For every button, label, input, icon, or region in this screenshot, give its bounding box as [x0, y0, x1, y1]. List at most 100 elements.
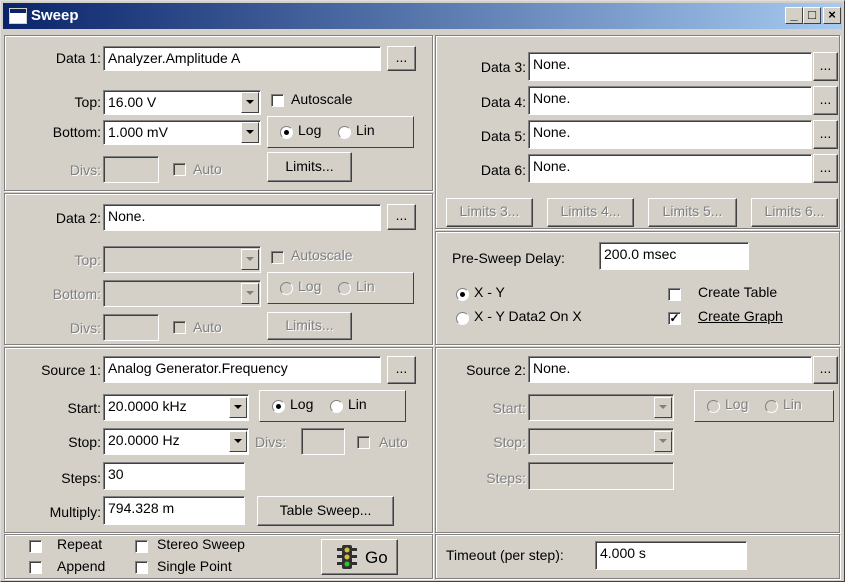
data1-auto-checkbox[interactable]	[173, 163, 186, 176]
data1-input[interactable]: Analyzer.Amplitude A	[103, 46, 381, 71]
source1-multiply-label: Multiply:	[49, 504, 101, 520]
timeout-label: Timeout (per step):	[446, 547, 564, 563]
data2-top-dropdown-icon[interactable]	[241, 249, 259, 270]
data6-input[interactable]: None.	[528, 154, 812, 183]
close-button[interactable]: ×	[823, 7, 841, 24]
data1-bottom-dropdown-icon[interactable]	[241, 122, 259, 143]
stereo-sweep-checkbox[interactable]	[135, 540, 148, 553]
source2-input[interactable]: None.	[528, 356, 812, 383]
stereo-sweep-label: Stereo Sweep	[157, 536, 245, 552]
data1-divs-input[interactable]	[103, 156, 159, 183]
source1-stop-select[interactable]: 20.0000 Hz	[103, 428, 249, 455]
source2-lin-radio[interactable]	[765, 400, 778, 413]
source1-stop-dropdown-icon[interactable]	[229, 431, 247, 452]
source1-multiply-input[interactable]: 794.328 m	[103, 496, 245, 525]
source2-stop-select[interactable]	[528, 428, 674, 455]
source2-browse-button[interactable]: ...	[813, 356, 838, 384]
append-checkbox[interactable]	[29, 561, 42, 574]
repeat-checkbox[interactable]	[29, 540, 42, 553]
source2-stop-dropdown-icon[interactable]	[654, 431, 672, 452]
source2-lin-label: Lin	[783, 396, 802, 412]
source2-steps-input[interactable]	[528, 462, 674, 490]
timeout-input[interactable]: 4.000 s	[595, 541, 747, 570]
data2-log-label: Log	[298, 278, 322, 294]
presweep-delay-input[interactable]: 200.0 msec	[599, 242, 749, 270]
traffic-light-icon	[337, 545, 357, 569]
data2-lin-radio[interactable]	[338, 282, 351, 295]
data3-browse-button[interactable]: ...	[813, 52, 838, 81]
single-point-checkbox[interactable]	[135, 561, 148, 574]
create-graph-label: Create Graph	[698, 308, 783, 324]
minimize-button[interactable]: _	[785, 7, 803, 24]
data1-top-select[interactable]: 16.00 V	[103, 90, 261, 115]
source1-auto-checkbox[interactable]	[357, 436, 370, 449]
sweep-window: Sweep _ □ × Data 1: Analyzer.Amplitude A…	[0, 0, 845, 582]
data2-log-radio[interactable]	[280, 282, 293, 295]
create-table-checkbox[interactable]	[668, 288, 681, 301]
data3-label: Data 3:	[480, 59, 526, 75]
data5-input[interactable]: None.	[528, 120, 812, 149]
data2-browse-button[interactable]: ...	[387, 204, 416, 230]
data4-browse-button[interactable]: ...	[813, 86, 838, 115]
source2-stop-label: Stop:	[493, 434, 526, 450]
data1-log-radio[interactable]	[280, 126, 293, 139]
source2-label: Source 2:	[466, 362, 526, 378]
window-title: Sweep	[31, 7, 79, 24]
data1-bottom-label: Bottom:	[52, 124, 101, 140]
data1-lin-radio[interactable]	[338, 126, 351, 139]
source2-start-select[interactable]	[528, 394, 674, 421]
source1-auto-label: Auto	[379, 434, 408, 450]
append-label: Append	[57, 558, 106, 574]
source1-browse-button[interactable]: ...	[387, 356, 416, 384]
data5-browse-button[interactable]: ...	[813, 120, 838, 149]
data4-input[interactable]: None.	[528, 86, 812, 115]
data2-loglin-group: Log Lin	[267, 272, 414, 304]
data2-auto-checkbox[interactable]	[173, 321, 186, 334]
data2-limits-button[interactable]: Limits...	[267, 312, 352, 340]
data1-auto-label: Auto	[193, 161, 222, 177]
data2-auto-label: Auto	[193, 319, 222, 335]
data3-input[interactable]: None.	[528, 52, 812, 81]
source2-panel: Source 2: None. ... Start: Log Lin Stop:…	[435, 347, 840, 533]
maximize-button[interactable]: □	[803, 7, 821, 24]
source1-steps-input[interactable]: 30	[103, 462, 245, 490]
data1-limits-button[interactable]: Limits...	[267, 152, 352, 182]
create-graph-checkbox[interactable]: ✓	[668, 312, 681, 325]
source1-start-dropdown-icon[interactable]	[229, 397, 247, 418]
data2-input[interactable]: None.	[103, 204, 381, 231]
data1-bottom-select[interactable]: 1.000 mV	[103, 120, 261, 145]
data2-lin-label: Lin	[356, 278, 375, 294]
go-button[interactable]: Go	[321, 539, 398, 575]
source1-log-radio[interactable]	[272, 400, 285, 413]
source1-log-label: Log	[290, 396, 314, 412]
source1-start-select[interactable]: 20.0000 kHz	[103, 394, 249, 421]
data1-autoscale-checkbox[interactable]	[271, 94, 284, 107]
source1-input[interactable]: Analog Generator.Frequency	[103, 356, 381, 383]
source1-divs-input[interactable]	[301, 428, 345, 455]
source1-lin-radio[interactable]	[330, 400, 343, 413]
data2-top-select[interactable]	[103, 246, 261, 273]
window-icon	[9, 8, 27, 24]
xy-label: X - Y	[474, 284, 505, 300]
limits5-button[interactable]: Limits 5...	[648, 198, 737, 227]
title-bar[interactable]: Sweep _ □ ×	[3, 3, 842, 29]
source2-loglin-group: Log Lin	[694, 390, 834, 422]
limits4-button[interactable]: Limits 4...	[547, 198, 634, 227]
source2-start-dropdown-icon[interactable]	[654, 397, 672, 418]
data3to6-panel: Data 3: None. ... Data 4: None. ... Data…	[435, 35, 840, 229]
source2-log-radio[interactable]	[707, 400, 720, 413]
table-sweep-button[interactable]: Table Sweep...	[257, 496, 394, 526]
data6-browse-button[interactable]: ...	[813, 154, 838, 183]
data2-autoscale-checkbox[interactable]	[271, 251, 284, 264]
xy-data2-on-x-radio[interactable]	[456, 312, 469, 325]
limits6-button[interactable]: Limits 6...	[751, 198, 838, 227]
single-point-label: Single Point	[157, 558, 232, 574]
data2-bottom-dropdown-icon[interactable]	[241, 283, 259, 304]
data2-divs-input[interactable]	[103, 314, 159, 341]
data2-bottom-select[interactable]	[103, 280, 261, 307]
data1-top-dropdown-icon[interactable]	[241, 92, 259, 113]
data1-browse-button[interactable]: ...	[387, 46, 416, 71]
xy-radio[interactable]	[456, 288, 469, 301]
limits3-button[interactable]: Limits 3...	[446, 198, 533, 227]
source1-lin-label: Lin	[348, 396, 367, 412]
